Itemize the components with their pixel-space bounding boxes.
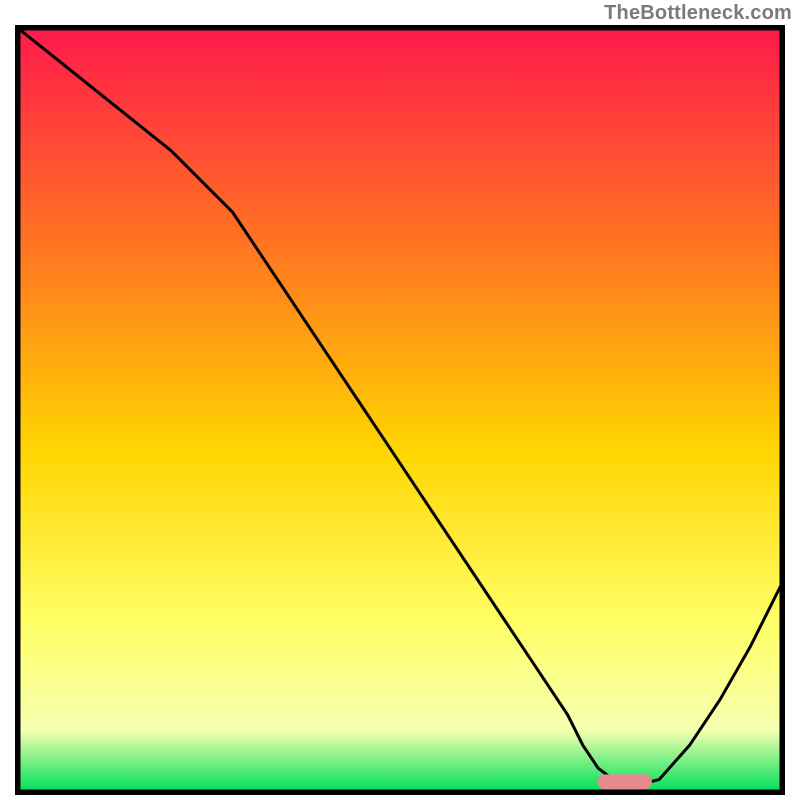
chart-plot (15, 25, 785, 795)
chart-background (19, 29, 781, 791)
watermark-text: TheBottleneck.com (604, 2, 792, 25)
chart-svg (15, 25, 785, 795)
optimal-marker (598, 775, 651, 789)
